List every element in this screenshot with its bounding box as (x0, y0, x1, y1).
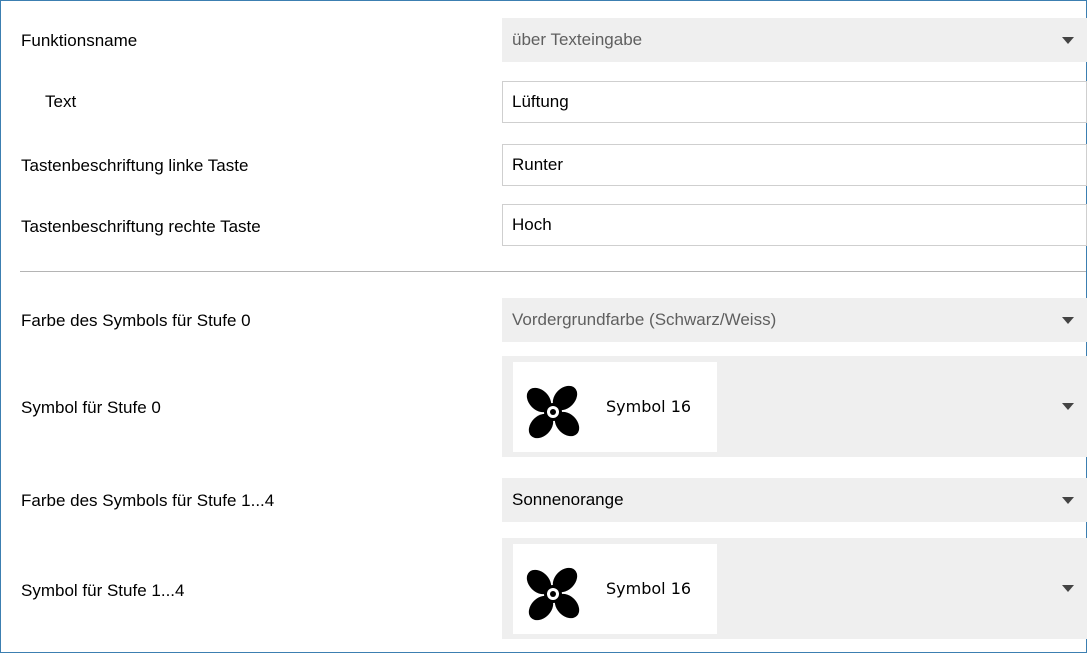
symbol-stufe14-dropdown[interactable]: Symbol 16 (502, 538, 1087, 639)
text-label: Text (45, 92, 77, 111)
rechte-taste-field[interactable] (502, 204, 1087, 246)
rechte-taste-label: Tastenbeschriftung rechte Taste (21, 217, 261, 236)
text-input[interactable] (512, 92, 1052, 112)
farbe-stufe14-dropdown[interactable]: Sonnenorange (502, 478, 1087, 522)
linke-taste-input[interactable] (512, 155, 1052, 175)
funktionsname-dropdown[interactable]: über Texteingabe (502, 18, 1087, 62)
text-field[interactable] (502, 81, 1087, 123)
funktionsname-label: Funktionsname (21, 31, 138, 50)
section-divider (20, 271, 1086, 272)
farbe-stufe0-value: Vordergrundfarbe (Schwarz/Weiss) (512, 310, 777, 329)
fan-icon (526, 567, 580, 621)
farbe-stufe0-label: Farbe des Symbols für Stufe 0 (21, 311, 251, 330)
symbol-preview: Symbol 16 (513, 544, 717, 634)
chevron-down-icon (1062, 317, 1074, 324)
chevron-down-icon (1062, 497, 1074, 504)
farbe-stufe0-dropdown[interactable]: Vordergrundfarbe (Schwarz/Weiss) (502, 298, 1087, 342)
symbol-stufe14-value: Symbol 16 (606, 579, 692, 598)
symbol-stufe0-label: Symbol für Stufe 0 (21, 398, 161, 417)
linke-taste-field[interactable] (502, 144, 1087, 186)
fan-icon (526, 385, 580, 439)
farbe-stufe14-label: Farbe des Symbols für Stufe 1...4 (21, 491, 275, 510)
chevron-down-icon (1062, 37, 1074, 44)
symbol-stufe0-value: Symbol 16 (606, 397, 692, 416)
symbol-stufe0-dropdown[interactable]: Symbol 16 (502, 356, 1087, 457)
rechte-taste-input[interactable] (512, 215, 1052, 235)
farbe-stufe14-value: Sonnenorange (512, 490, 624, 509)
funktionsname-value: über Texteingabe (512, 30, 643, 49)
linke-taste-label: Tastenbeschriftung linke Taste (21, 156, 249, 175)
symbol-preview: Symbol 16 (513, 362, 717, 452)
parameter-panel: Funktionsname über Texteingabe Text Tast… (0, 0, 1087, 653)
chevron-down-icon (1062, 403, 1074, 410)
chevron-down-icon (1062, 585, 1074, 592)
symbol-stufe14-label: Symbol für Stufe 1...4 (21, 581, 185, 600)
